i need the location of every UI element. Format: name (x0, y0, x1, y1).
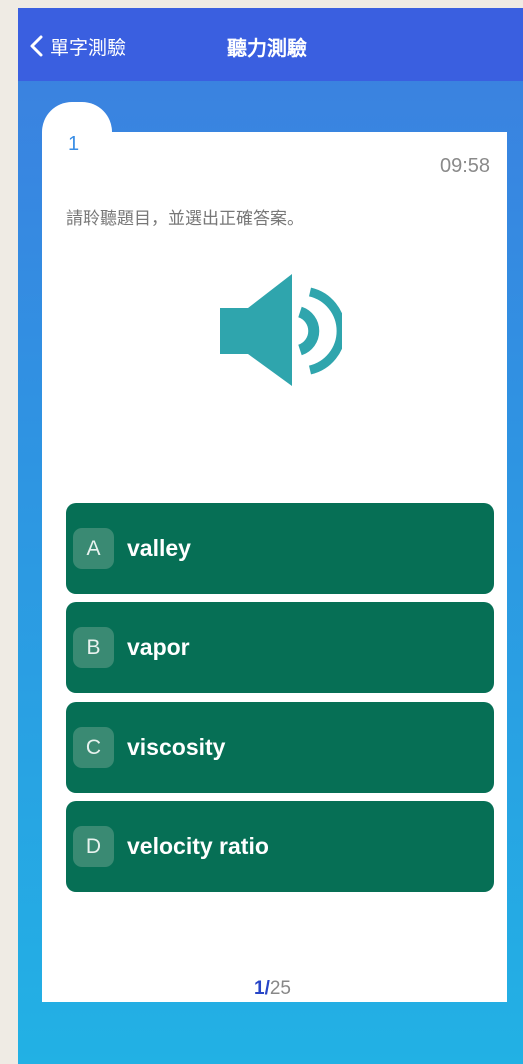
countdown-timer: 09:58 (440, 155, 491, 177)
navigation-bar: 單字測驗 聽力測驗 (18, 8, 523, 81)
play-audio-button[interactable] (220, 270, 346, 388)
option-text: viscosity (127, 734, 226, 760)
option-text: vapor (127, 634, 190, 660)
option-d[interactable]: D velocity ratio (66, 801, 494, 892)
back-button[interactable]: 單字測驗 (28, 30, 126, 62)
question-number: 1 (68, 133, 80, 155)
back-label: 單字測驗 (50, 36, 127, 59)
option-letter: C (73, 727, 114, 768)
page-title: 聽力測驗 (227, 36, 307, 60)
option-text: valley (127, 535, 191, 561)
option-b[interactable]: B vapor (66, 602, 494, 693)
phone-screen: 單字測驗 聽力測驗 1 09:58 請聆聽題目，並選出正確答案。 A valle… (18, 8, 523, 1064)
question-instruction: 請聆聽題目，並選出正確答案。 (66, 209, 304, 229)
option-a[interactable]: A valley (66, 503, 494, 594)
current-page: 1 (254, 978, 265, 999)
pagination-indicator: 1/25 (254, 978, 291, 1000)
speaker-icon (220, 274, 346, 386)
total-pages: 25 (269, 978, 291, 999)
option-letter: A (73, 528, 114, 569)
option-letter: B (73, 627, 114, 668)
option-letter: D (73, 826, 114, 867)
option-text: velocity ratio (127, 833, 269, 859)
option-c[interactable]: C viscosity (66, 702, 494, 793)
chevron-left-icon (30, 35, 43, 57)
